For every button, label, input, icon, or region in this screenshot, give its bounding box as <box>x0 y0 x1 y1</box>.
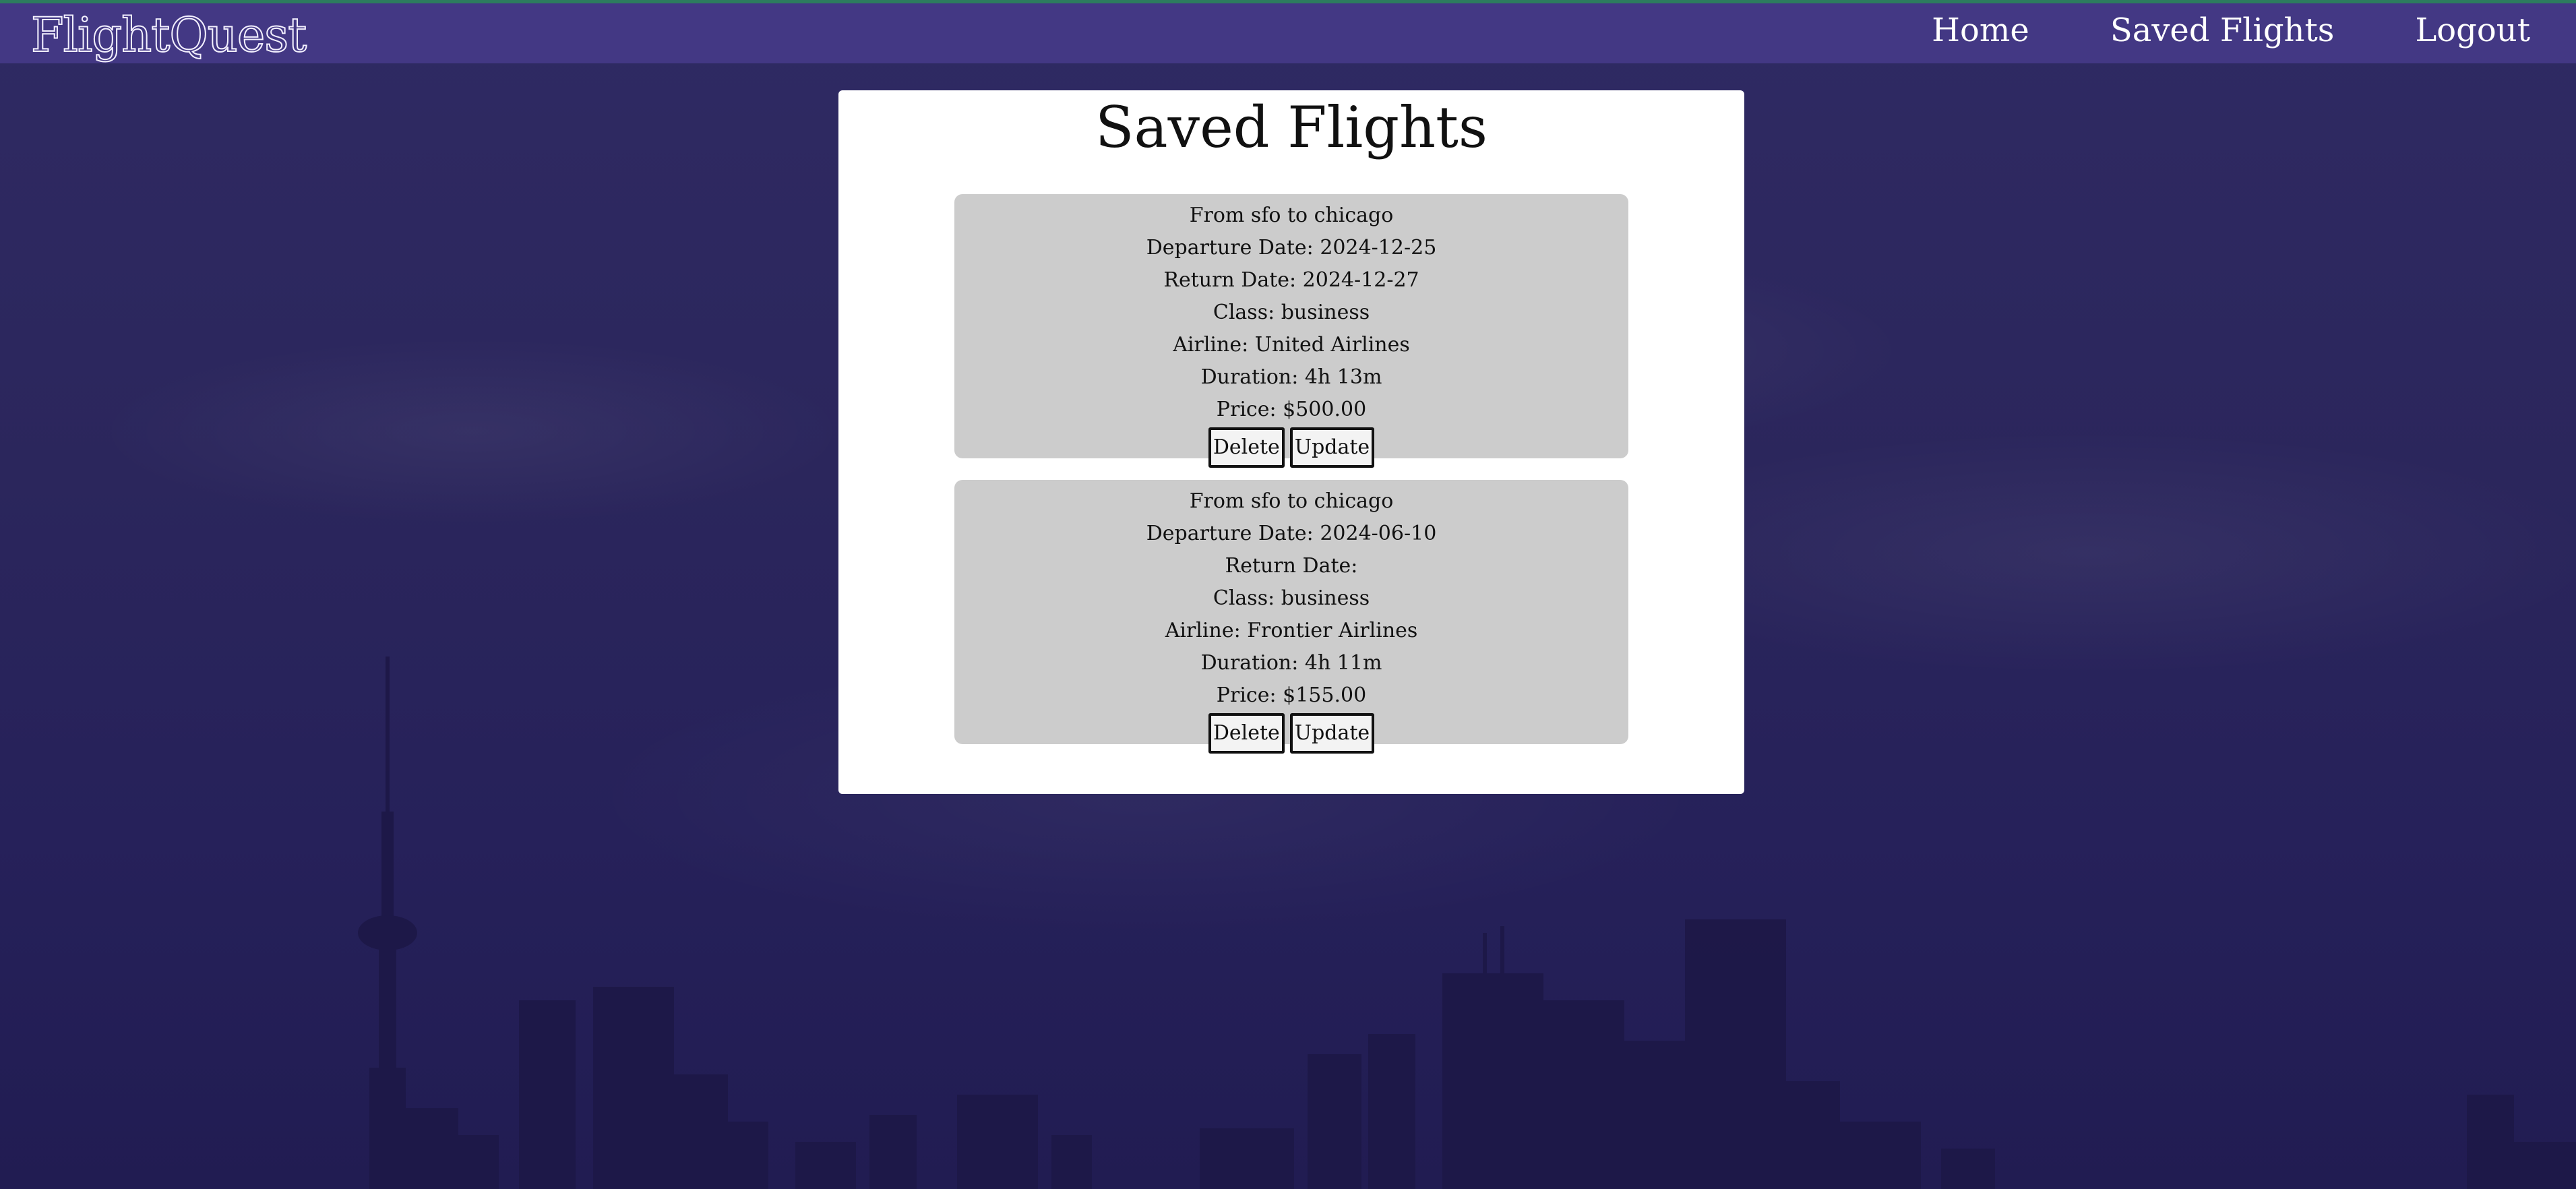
brand-logo[interactable]: FlightQuest <box>30 7 307 63</box>
airline: Airline: Frontier Airlines <box>1165 619 1418 642</box>
flight-actions: Delete Update <box>954 427 1628 468</box>
flight-card: From sfo to chicago Departure Date: 2024… <box>954 194 1628 468</box>
update-button[interactable]: Update <box>1289 713 1375 754</box>
duration: Duration: 4h 13m <box>1200 365 1382 389</box>
page-title: Saved Flights <box>1095 94 1488 160</box>
return-date: Return Date: 2024-12-27 <box>1163 268 1419 292</box>
flight-class: Class: business <box>1213 586 1370 610</box>
airline: Airline: United Airlines <box>1173 333 1410 357</box>
saved-flights-panel: Saved Flights From sfo to chicago Depart… <box>838 90 1744 794</box>
delete-button[interactable]: Delete <box>1208 427 1285 468</box>
price: Price: $155.00 <box>1216 683 1367 707</box>
nav-links: Home Saved Flights Logout <box>1932 11 2530 49</box>
flight-actions: Delete Update <box>954 713 1628 754</box>
return-date: Return Date: <box>1225 554 1358 578</box>
flight-route: From sfo to chicago <box>1189 204 1394 227</box>
update-button[interactable]: Update <box>1289 427 1375 468</box>
delete-button[interactable]: Delete <box>1208 713 1285 754</box>
departure-date: Departure Date: 2024-06-10 <box>1146 522 1437 545</box>
flight-route: From sfo to chicago <box>1189 489 1394 513</box>
nav-link-saved-flights[interactable]: Saved Flights <box>2110 11 2335 49</box>
duration: Duration: 4h 11m <box>1200 651 1382 675</box>
price: Price: $500.00 <box>1216 398 1367 421</box>
departure-date: Departure Date: 2024-12-25 <box>1146 236 1437 260</box>
nav-link-logout[interactable]: Logout <box>2415 11 2530 49</box>
top-navbar: FlightQuest Home Saved Flights Logout <box>0 0 2576 63</box>
flight-class: Class: business <box>1213 301 1370 324</box>
flight-card: From sfo to chicago Departure Date: 2024… <box>954 480 1628 754</box>
nav-link-home[interactable]: Home <box>1932 11 2029 49</box>
